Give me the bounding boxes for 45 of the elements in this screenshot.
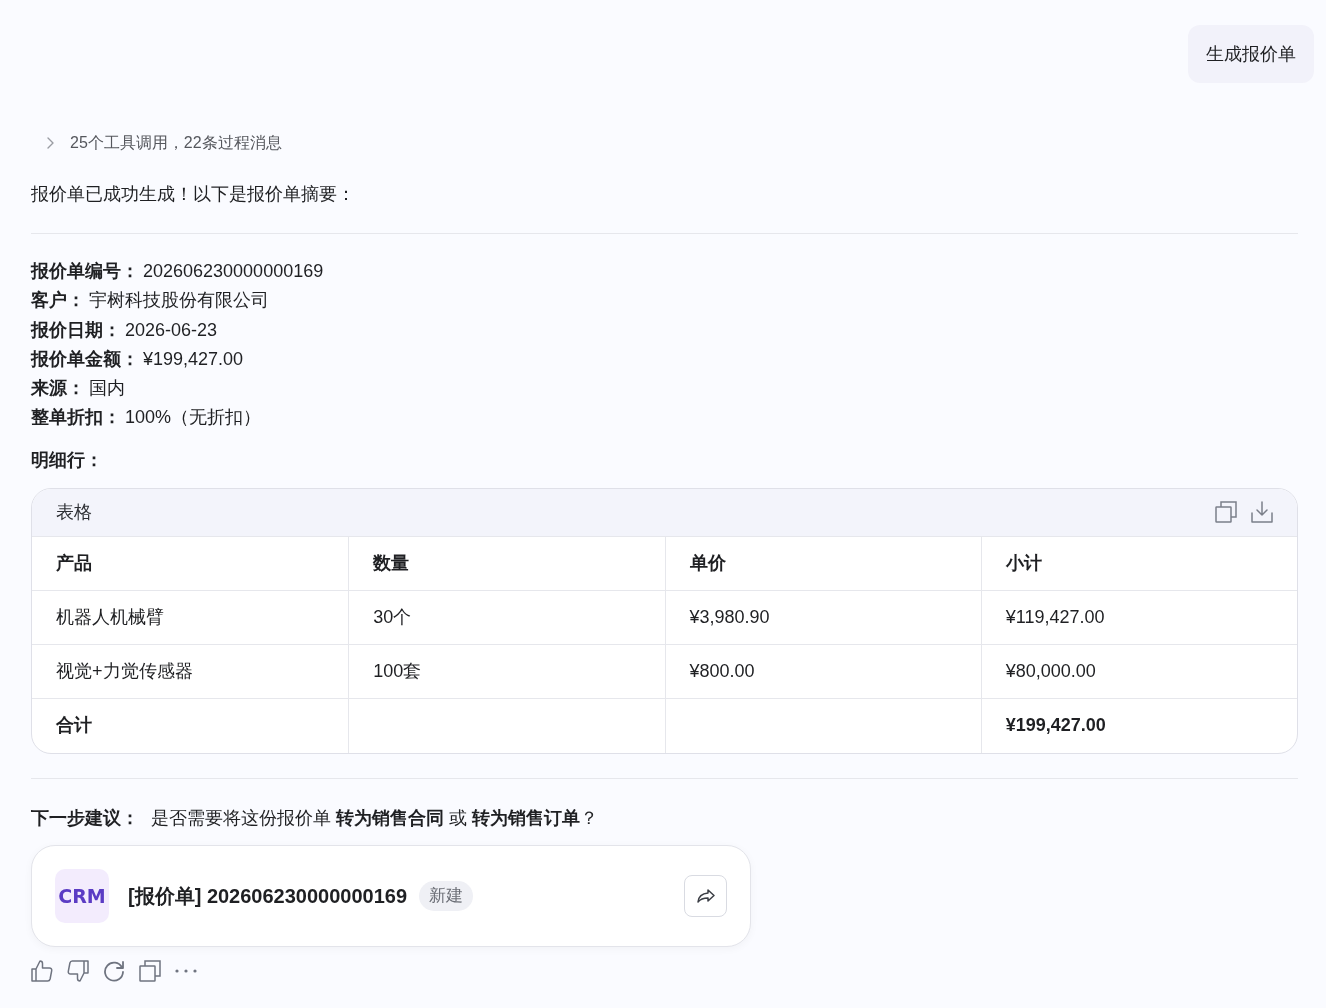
table-cell-text: 合计	[56, 714, 92, 738]
field-label: 来源：	[31, 377, 85, 401]
field-label: 客户：	[31, 289, 85, 313]
table-cell-text: ¥800.00	[689, 659, 755, 683]
copy-icon[interactable]	[139, 959, 161, 982]
process-summary-toggle[interactable]: 25个工具调用，22条过程消息	[31, 131, 282, 155]
column-header: 小计	[1005, 551, 1042, 575]
next-step-label: 下一步建议：	[31, 806, 139, 830]
table-cell-text: 30个	[373, 605, 412, 629]
field-value: ¥199,427.00	[143, 347, 244, 371]
table-cell-text: ¥80,000.00	[1005, 659, 1096, 683]
user-message-bubble: 生成报价单	[1188, 25, 1314, 83]
field-value: 100%（无折扣）	[125, 406, 262, 430]
record-card[interactable]: CRM [报价单] 202606230000000169 新建	[31, 844, 751, 947]
thumbs-up-icon[interactable]	[31, 959, 53, 982]
column-header: 数量	[373, 551, 410, 575]
copy-icon[interactable]	[1215, 501, 1237, 524]
share-arrow-icon	[696, 888, 715, 903]
table-cell-text: 100套	[373, 659, 422, 683]
column-header: 产品	[56, 551, 92, 575]
field-value: 202606230000000169	[143, 260, 324, 283]
summary-intro-text: 报价单已成功生成！以下是报价单摘要：	[31, 183, 356, 206]
field-value: 国内	[89, 377, 125, 401]
details-heading: 明细行：	[31, 448, 103, 472]
next-step-suggestion: 是否需要将这份报价单 转为销售合同 或 转为销售订单？	[151, 806, 599, 830]
field-value: 2026-06-23	[125, 318, 218, 342]
app-tile: CRM	[55, 868, 109, 923]
record-title: [报价单] 202606230000000169	[128, 883, 408, 909]
thumbs-down-icon[interactable]	[67, 959, 89, 982]
table-cell-text: ¥3,980.90	[689, 605, 770, 629]
column-header: 单价	[689, 551, 726, 575]
table-title: 表格	[56, 501, 92, 525]
field-value: 宇树科技股份有限公司	[89, 289, 269, 313]
field-label: 报价单金额：	[31, 347, 139, 371]
download-icon[interactable]	[1251, 501, 1273, 524]
table-cell-text: 视觉+力觉传感器	[56, 659, 193, 683]
field-label: 报价日期：	[31, 318, 121, 342]
share-button[interactable]	[684, 874, 727, 917]
field-label: 整单折扣：	[31, 406, 121, 430]
table-cell-text: 机器人机械臂	[56, 605, 164, 629]
table-cell-text: ¥199,427.00	[1005, 714, 1106, 738]
field-label: 报价单编号：	[31, 260, 139, 283]
refresh-icon[interactable]	[103, 959, 125, 982]
status-badge: 新建	[419, 880, 474, 911]
table-cell-text: ¥119,427.00	[1005, 605, 1105, 629]
